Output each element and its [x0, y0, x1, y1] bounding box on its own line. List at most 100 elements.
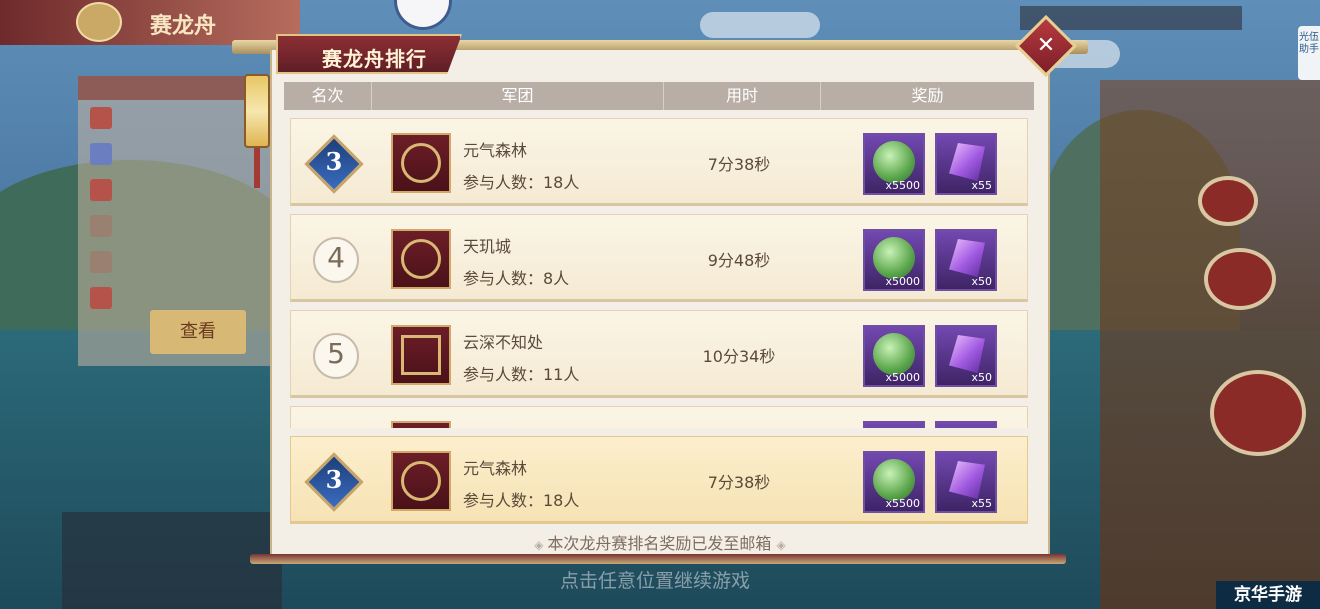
jade-coin-icon [873, 333, 915, 375]
rank-badge-icon: 3 [303, 133, 365, 195]
reward-crystal-icon[interactable]: x55 [935, 133, 997, 195]
column-header-time: 用时 [664, 82, 821, 110]
purple-crystal-icon [949, 461, 985, 499]
reward-count: x5500 [885, 179, 920, 192]
reward-count: x5000 [885, 275, 920, 288]
lantern-icon [244, 74, 270, 148]
reward-count: x50 [971, 371, 992, 384]
guild-members: 参与人数：18人 [463, 173, 580, 192]
watermark: 京华手游 [1216, 581, 1320, 609]
list-item [78, 208, 278, 244]
reward-jade-icon[interactable]: x5500 [863, 133, 925, 195]
ranking-table-header: 名次 军团 用时 奖励 [284, 82, 1034, 110]
dialog-bottom-frame [250, 554, 1066, 564]
guild-members: 参与人数：18人 [463, 491, 580, 510]
rank-ring-icon: 5 [303, 325, 365, 387]
guild-icon [391, 421, 451, 428]
guild-name: 天玑城 [463, 237, 512, 256]
race-time: 7分38秒 [707, 155, 771, 174]
view-button[interactable]: 查看 [150, 310, 246, 354]
dragon-emblem-icon [76, 2, 122, 42]
reward-count: x55 [971, 179, 992, 192]
reward-jade-icon[interactable] [863, 421, 925, 428]
jade-coin-icon [873, 141, 915, 183]
guild-icon [90, 251, 112, 273]
event-title: 赛龙舟 [150, 14, 217, 39]
guild-emblem [401, 335, 441, 375]
ornament-right-icon: ◈ [776, 538, 786, 552]
footer-note-text: 本次龙舟赛排名奖励已发至邮箱 [547, 534, 772, 553]
ornament-left-icon: ◈ [534, 538, 548, 552]
drum-icon [1204, 248, 1276, 310]
guild-members: 参与人数：11人 [463, 365, 580, 384]
continue-hint: 点击任意位置继续游戏 [560, 570, 751, 592]
chat-line [72, 538, 272, 560]
guild-emblem [401, 143, 441, 183]
purple-crystal-icon [949, 143, 985, 181]
guild-icon [90, 179, 112, 201]
race-time: 7分38秒 [707, 473, 771, 492]
column-header-rank: 名次 [284, 82, 372, 110]
drum-icon [1210, 370, 1306, 456]
column-header-team: 军团 [372, 82, 664, 110]
reward-crystal-icon[interactable]: x50 [935, 229, 997, 291]
assistant-tab[interactable]: 光伍助手 [1298, 26, 1320, 80]
rank-number: 4 [327, 241, 345, 274]
dialog-title: 赛龙舟排行 [322, 47, 427, 71]
guild-dragon-icon [391, 451, 451, 511]
reward-count: x55 [971, 497, 992, 510]
rank-number: 5 [327, 337, 345, 370]
reward-count: x5500 [885, 497, 920, 510]
event-title-bar: 赛龙舟 [0, 0, 300, 45]
reward-jade-icon[interactable]: x5500 [863, 451, 925, 513]
guild-emblem [401, 461, 441, 501]
reward-count: x5000 [885, 371, 920, 384]
cloud [700, 12, 820, 38]
table-row[interactable]: 5 云深不知处 参与人数：11人 10分34秒 x5000 x50 [290, 310, 1028, 398]
list-item [78, 172, 278, 208]
chat-line [72, 582, 272, 604]
rank-badge-icon: 3 [303, 451, 365, 513]
reward-jade-icon[interactable]: x5000 [863, 325, 925, 387]
guild-members: 参与人数：8人 [463, 269, 570, 288]
guild-emblem [401, 239, 441, 279]
lantern-tassel [254, 148, 260, 188]
guild-yinyang-icon [391, 229, 451, 289]
table-row[interactable]: 3 元气森林 参与人数：18人 7分38秒 x5500 x55 [290, 118, 1028, 206]
dock [1100, 80, 1320, 609]
guild-dragon-icon [391, 133, 451, 193]
dialog-title-tab: 赛龙舟排行 [276, 34, 462, 74]
reward-count: x50 [971, 275, 992, 288]
list-item [78, 244, 278, 280]
rank-number: 3 [325, 147, 343, 176]
footer-note: ◈ 本次龙舟赛排名奖励已发至邮箱 ◈ [270, 530, 1050, 554]
guild-sword-icon [391, 325, 451, 385]
guild-name: 云深不知处 [463, 333, 544, 352]
table-row[interactable] [290, 406, 1028, 428]
reward-crystal-icon[interactable]: x55 [935, 451, 997, 513]
race-time: 10分34秒 [702, 347, 776, 366]
ranking-list[interactable]: 3 元气森林 参与人数：18人 7分38秒 x5500 x55 4 天玑城 参与… [290, 116, 1028, 428]
guild-name: 元气森林 [463, 459, 528, 478]
jade-coin-icon [873, 459, 915, 501]
reward-crystal-icon[interactable]: x50 [935, 325, 997, 387]
guild-icon [90, 287, 112, 309]
jade-coin-icon [873, 237, 915, 279]
my-guild-row[interactable]: 3 元气森林 参与人数：18人 7分38秒 x5500 x55 [290, 436, 1028, 524]
rank-ring-icon: 4 [303, 229, 365, 291]
drum-icon [1198, 176, 1258, 226]
reward-crystal-icon[interactable] [935, 421, 997, 428]
purple-crystal-icon [949, 239, 985, 277]
guild-name: 元气森林 [463, 141, 528, 160]
race-time: 9分48秒 [707, 251, 771, 270]
purple-crystal-icon [949, 335, 985, 373]
guild-icon [90, 215, 112, 237]
guild-icon [90, 107, 112, 129]
rank-number: 3 [325, 465, 343, 494]
table-row[interactable]: 4 天玑城 参与人数：8人 9分48秒 x5000 x50 [290, 214, 1028, 302]
guild-icon [90, 143, 112, 165]
chat-box[interactable] [62, 512, 282, 609]
close-icon: ✕ [1036, 33, 1056, 58]
reward-jade-icon[interactable]: x5000 [863, 229, 925, 291]
chat-line [72, 516, 272, 538]
